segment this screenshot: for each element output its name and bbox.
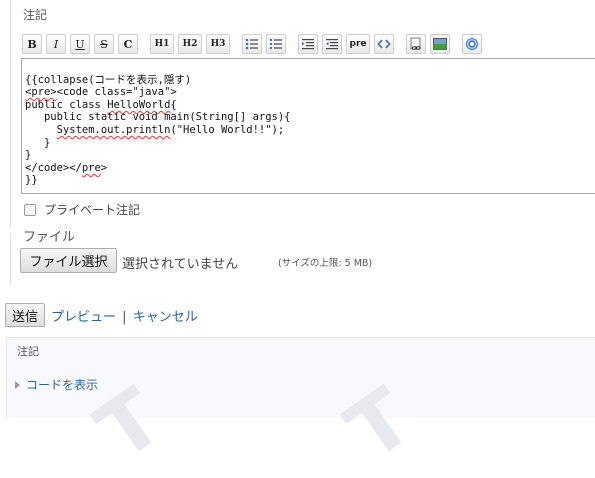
file-size-limit: (サイズの上限: 5 MB) <box>278 258 373 269</box>
caret-right-icon <box>15 380 20 389</box>
inline-code-button[interactable]: C <box>118 34 138 54</box>
file-status: 選択されていません <box>122 257 239 272</box>
editor-line: </code></pre> <box>25 161 108 174</box>
image-icon <box>433 38 447 50</box>
private-note-row[interactable]: プライベート注記 <box>24 201 140 218</box>
file-legend: ファイル <box>20 226 79 245</box>
help-icon <box>466 38 478 50</box>
numbered-list-icon <box>270 39 282 49</box>
strikethrough-button[interactable]: S <box>94 34 114 54</box>
wiki-link-button[interactable] <box>406 34 426 54</box>
bold-button[interactable]: B <box>22 34 42 54</box>
outdent-button[interactable] <box>322 34 342 54</box>
editor-line: }} <box>25 174 38 187</box>
editor-line: {{collapse(コードを表示,隠す) <box>25 73 192 86</box>
heading3-button[interactable]: H3 <box>206 34 230 54</box>
editor-line: public static void main(String[] args){ <box>25 111 291 124</box>
preview-legend: 注記 <box>14 343 42 359</box>
editor-line: <pre><code class="java"> <box>25 86 595 99</box>
collapse-toggle[interactable]: コードを表示 <box>15 376 98 393</box>
bullet-list-icon <box>245 38 258 50</box>
println-call: System.out.println <box>56 123 171 136</box>
underline-button[interactable]: U <box>70 34 90 54</box>
editor-line: } <box>25 149 32 162</box>
class-name: HelloWorld <box>107 98 171 111</box>
notes-legend: 注記 <box>20 6 51 23</box>
image-button[interactable] <box>430 34 450 54</box>
italic-button[interactable]: I <box>46 34 66 54</box>
submit-button[interactable]: 送信 <box>5 303 45 327</box>
collapse-toggle-label[interactable]: コードを表示 <box>26 376 98 393</box>
action-links: プレビュー | キャンセル <box>51 306 198 325</box>
watermark-glyph: T <box>330 370 429 478</box>
pre-button[interactable]: pre <box>346 34 370 54</box>
outdent-icon <box>326 39 338 50</box>
indent-button[interactable] <box>298 34 318 54</box>
code-highlight-button[interactable] <box>374 34 394 54</box>
link-separator: | <box>122 310 127 325</box>
heading1-button[interactable]: H1 <box>150 34 174 54</box>
help-button[interactable] <box>462 34 482 54</box>
editor-toolbar: B I U S C H1 H2 H3 pre <box>22 33 486 55</box>
indent-icon <box>302 39 314 50</box>
numbered-list-button[interactable] <box>266 34 286 54</box>
bullet-list-button[interactable] <box>242 34 262 54</box>
class-decl: public class <box>25 98 108 111</box>
code-brackets-icon <box>377 39 391 49</box>
code-tag-open: <code class="java"> <box>56 86 177 99</box>
heading2-button[interactable]: H2 <box>178 34 202 54</box>
private-note-checkbox[interactable] <box>24 203 36 216</box>
pre-tag-open: <pre> <box>25 86 57 99</box>
editor-line: } <box>25 136 51 149</box>
private-note-label: プライベート注記 <box>44 203 141 217</box>
preview-link[interactable]: プレビュー <box>51 310 116 325</box>
editor-line: public class HelloWorld{ <box>25 98 177 111</box>
cancel-link[interactable]: キャンセル <box>133 310 198 325</box>
file-choose-button[interactable]: ファイル選択 <box>20 248 117 273</box>
wiki-page-link-icon <box>410 37 421 50</box>
notes-textarea[interactable]: {{collapse(コードを表示,隠す) <pre><code class="j… <box>21 58 595 194</box>
editor-line: System.out.println("Hello World!!"); <box>56 123 285 136</box>
